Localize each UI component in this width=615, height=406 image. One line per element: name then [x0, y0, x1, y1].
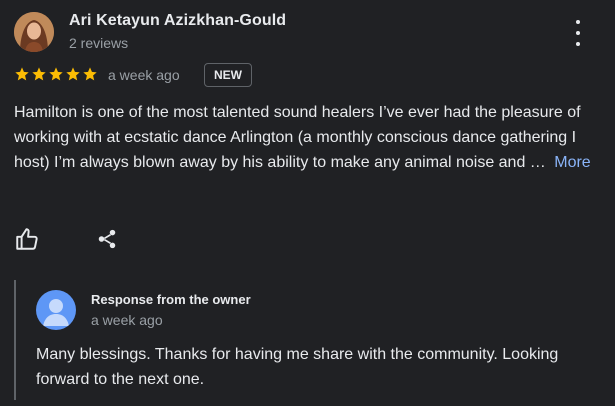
- star-icon: [83, 67, 97, 81]
- review-count: 2 reviews: [69, 35, 129, 51]
- response-time: a week ago: [91, 312, 163, 328]
- share-icon[interactable]: [96, 228, 118, 250]
- reviewer-avatar[interactable]: [14, 12, 54, 52]
- star-rating: [14, 66, 98, 82]
- new-badge: NEW: [204, 63, 252, 87]
- reviewer-name[interactable]: Ari Ketayun Azizkhan-Gould: [69, 12, 286, 30]
- star-icon: [49, 67, 63, 81]
- response-divider: [14, 280, 16, 400]
- response-title: Response from the owner: [91, 292, 251, 307]
- star-icon: [66, 67, 80, 81]
- response-text: Many blessings. Thanks for having me sha…: [36, 346, 559, 388]
- star-icon: [15, 67, 29, 81]
- owner-avatar: [36, 290, 76, 330]
- thumbs-up-icon[interactable]: [14, 226, 40, 252]
- review-body: Hamilton is one of the most talented sou…: [14, 104, 581, 171]
- more-link[interactable]: More: [554, 154, 590, 171]
- review-time: a week ago: [108, 67, 180, 83]
- review-text: Hamilton is one of the most talented sou…: [14, 100, 604, 175]
- more-options-icon[interactable]: [568, 20, 588, 46]
- star-icon: [32, 67, 46, 81]
